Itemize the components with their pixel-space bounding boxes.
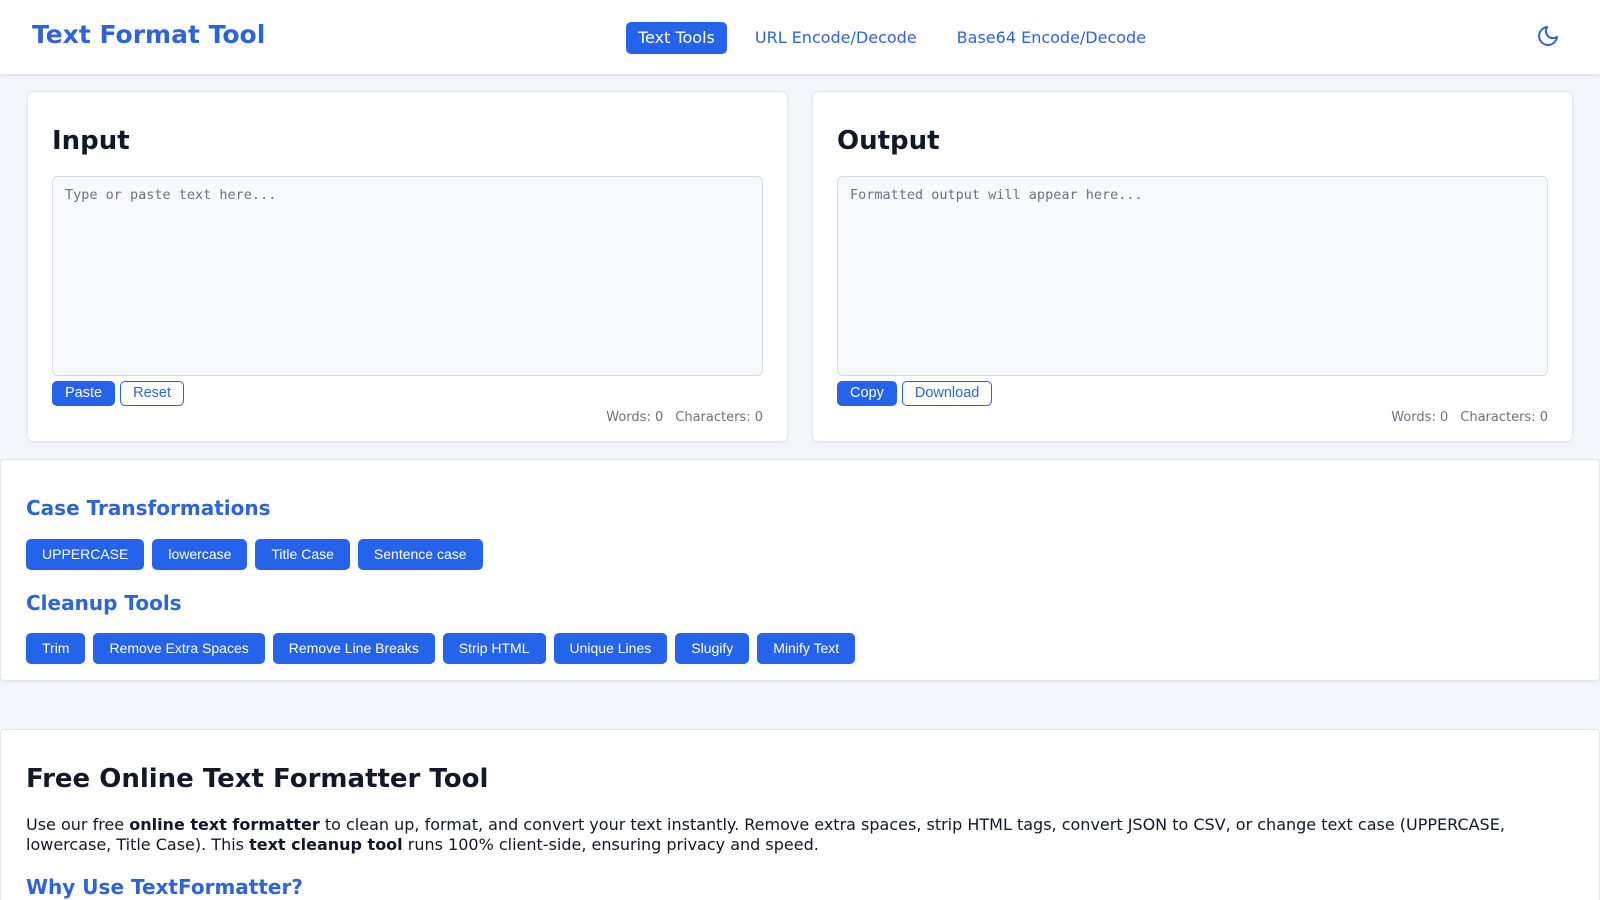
about-text-1: Use our free	[26, 815, 130, 834]
remove-extra-spaces-button[interactable]: Remove Extra Spaces	[93, 633, 265, 664]
moon-icon[interactable]	[1536, 24, 1560, 48]
about-paragraph: Use our free online text formatter to cl…	[26, 815, 1556, 854]
tools-panel: Case Transformations UPPERCASE lowercase…	[0, 459, 1600, 681]
input-word-count: Words: 0	[606, 410, 664, 425]
output-title: Output	[837, 126, 940, 156]
nav-base64-encode-decode[interactable]: Base64 Encode/Decode	[945, 22, 1158, 54]
paste-button[interactable]: Paste	[52, 381, 116, 406]
slugify-button[interactable]: Slugify	[675, 633, 750, 664]
about-text-bold-2: text cleanup tool	[249, 834, 403, 854]
input-panel: Input Paste Reset Words: 0 Characters: 0	[27, 91, 788, 442]
uppercase-button[interactable]: UPPERCASE	[26, 539, 145, 570]
cleanup-tools-title: Cleanup Tools	[26, 591, 182, 615]
cleanup-buttons-row: Trim Remove Extra Spaces Remove Line Bre…	[26, 633, 856, 664]
why-use-title: Why Use TextFormatter?	[26, 875, 303, 899]
nav-text-tools[interactable]: Text Tools	[626, 22, 727, 54]
about-section: Free Online Text Formatter Tool Use our …	[0, 729, 1600, 900]
input-stats: Words: 0 Characters: 0	[606, 410, 763, 425]
copy-button[interactable]: Copy	[837, 381, 897, 406]
output-word-count: Words: 0	[1391, 410, 1449, 425]
remove-line-breaks-button[interactable]: Remove Line Breaks	[272, 633, 435, 664]
minify-text-button[interactable]: Minify Text	[757, 633, 856, 664]
case-buttons-row: UPPERCASE lowercase Title Case Sentence …	[26, 539, 483, 570]
top-navbar: Text Format Tool Text Tools URL Encode/D…	[0, 0, 1600, 74]
lowercase-button[interactable]: lowercase	[152, 539, 248, 570]
strip-html-button[interactable]: Strip HTML	[442, 633, 546, 664]
title-case-button[interactable]: Title Case	[255, 539, 350, 570]
reset-button[interactable]: Reset	[120, 381, 184, 406]
output-actions: Copy Download	[837, 381, 993, 406]
case-transformations-title: Case Transformations	[26, 496, 271, 520]
output-textarea[interactable]	[837, 176, 1548, 376]
input-actions: Paste Reset	[52, 381, 184, 406]
output-stats: Words: 0 Characters: 0	[1391, 410, 1548, 425]
input-title: Input	[52, 126, 130, 156]
download-button[interactable]: Download	[901, 381, 993, 406]
about-text-3: runs 100% client-side, ensuring privacy …	[402, 834, 819, 854]
brand-logo-text[interactable]: Text Format Tool	[32, 20, 265, 49]
about-text-bold-1: online text formatter	[129, 815, 320, 834]
about-title: Free Online Text Formatter Tool	[26, 764, 489, 794]
sentence-case-button[interactable]: Sentence case	[357, 539, 483, 570]
input-char-count: Characters: 0	[675, 410, 763, 425]
trim-button[interactable]: Trim	[26, 633, 86, 664]
output-char-count: Characters: 0	[1460, 410, 1548, 425]
input-textarea[interactable]	[52, 176, 763, 376]
unique-lines-button[interactable]: Unique Lines	[553, 633, 668, 664]
nav-url-encode-decode[interactable]: URL Encode/Decode	[743, 22, 929, 54]
output-panel: Output Copy Download Words: 0 Characters:…	[812, 91, 1573, 442]
main-nav: Text Tools URL Encode/Decode Base64 Enco…	[626, 22, 1174, 54]
